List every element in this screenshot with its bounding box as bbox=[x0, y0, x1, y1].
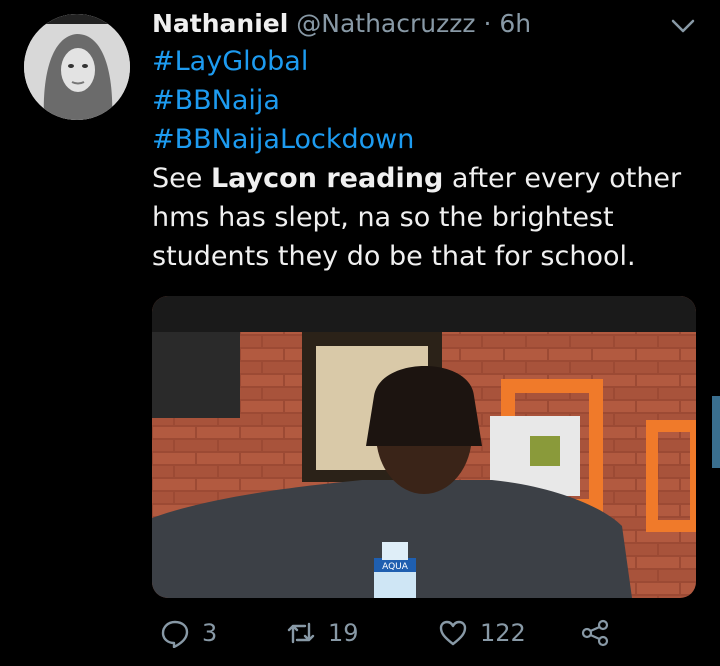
tweet-body: See Laycon reading after every other hms… bbox=[152, 159, 712, 276]
tweet-header: Nathaniel @Nathacruzzz · 6h bbox=[152, 6, 531, 42]
media-image: AQUA bbox=[152, 296, 696, 598]
heart-icon bbox=[439, 620, 467, 646]
share-button[interactable] bbox=[580, 618, 610, 648]
retweet-icon bbox=[287, 622, 315, 644]
bottle-label: AQUA bbox=[382, 562, 409, 572]
author-name[interactable]: Nathaniel bbox=[152, 9, 288, 38]
like-button[interactable]: 122 bbox=[438, 618, 526, 648]
scrollbar-thumb[interactable] bbox=[712, 396, 720, 468]
profile-photo bbox=[24, 14, 130, 120]
reply-button[interactable]: 3 bbox=[160, 618, 217, 648]
retweet-button[interactable]: 19 bbox=[286, 618, 359, 648]
tweet-actions: 3 19 122 bbox=[152, 618, 672, 658]
timestamp[interactable]: 6h bbox=[499, 9, 531, 38]
chevron-down-icon[interactable] bbox=[670, 16, 696, 36]
retweet-count: 19 bbox=[328, 619, 359, 647]
separator: · bbox=[483, 9, 492, 38]
body-prefix: See bbox=[152, 163, 211, 194]
reply-count: 3 bbox=[202, 619, 218, 647]
comment-icon bbox=[161, 620, 189, 648]
author-handle[interactable]: @Nathacruzzz bbox=[296, 9, 475, 38]
hashtag-link[interactable]: #LayGlobal bbox=[152, 42, 712, 81]
hashtag-link[interactable]: #BBNaijaLockdown bbox=[152, 120, 712, 159]
like-count: 122 bbox=[480, 619, 526, 647]
share-icon bbox=[581, 619, 609, 647]
avatar[interactable] bbox=[24, 14, 130, 120]
hashtag-link[interactable]: #BBNaija bbox=[152, 81, 712, 120]
tweet-media[interactable]: AQUA bbox=[152, 296, 696, 598]
body-bold: Laycon reading bbox=[210, 163, 444, 194]
tweet-text: #LayGlobal #BBNaija #BBNaijaLockdown See… bbox=[152, 42, 712, 276]
